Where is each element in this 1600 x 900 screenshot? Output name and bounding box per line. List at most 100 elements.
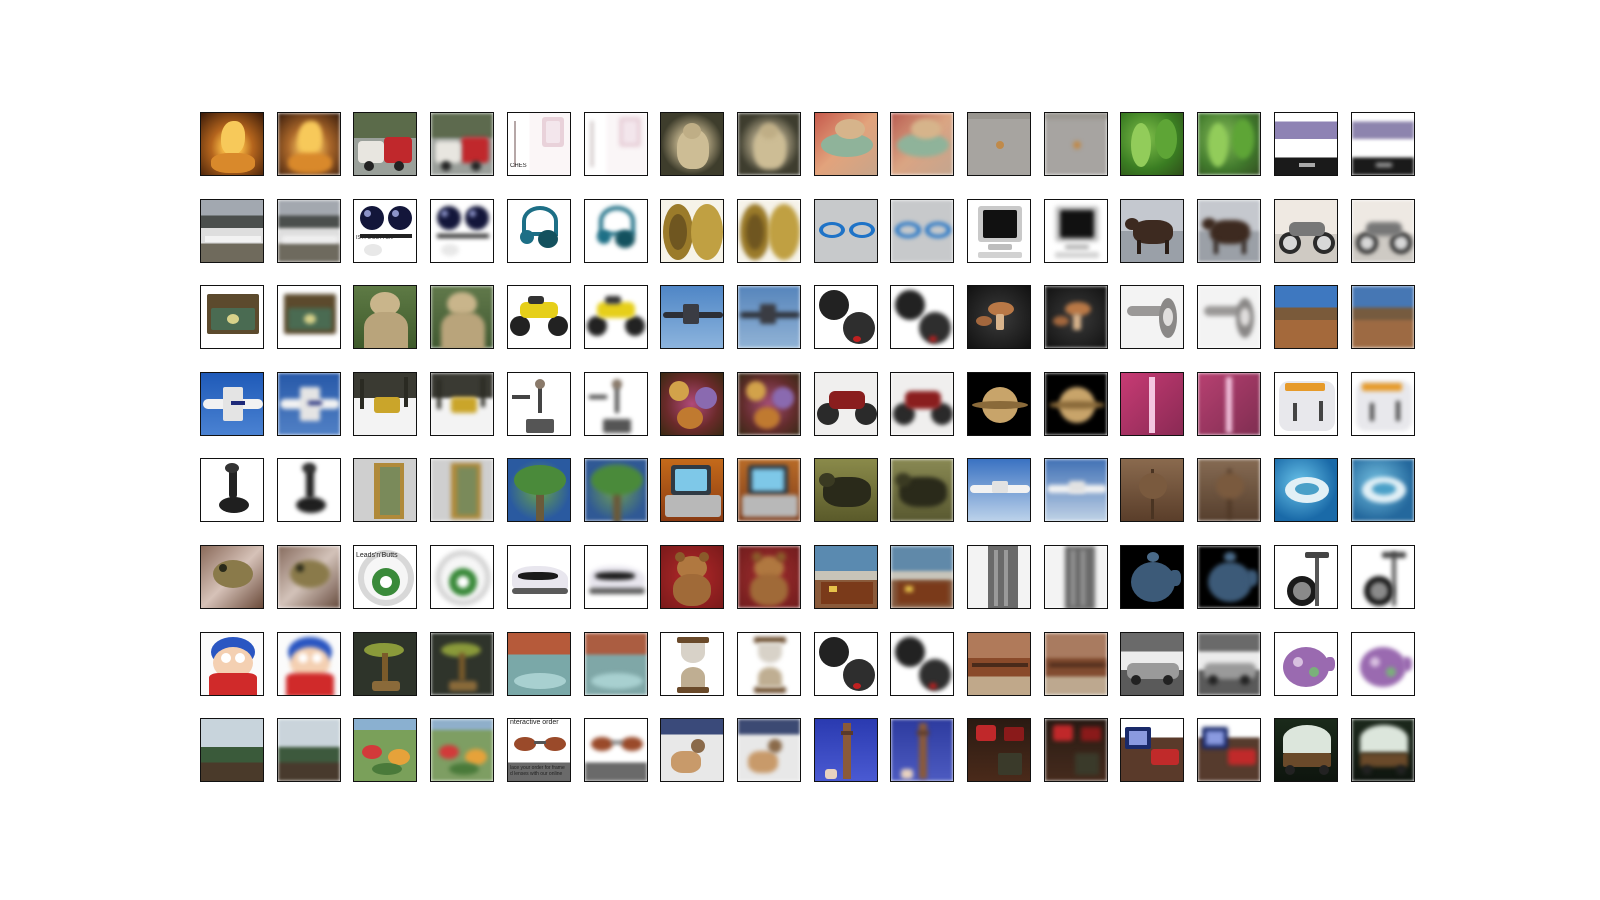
reconstructed-image-tile <box>1044 718 1108 782</box>
image-shape <box>372 763 402 775</box>
original-image-tile <box>1120 545 1184 609</box>
image-shape <box>1299 163 1315 167</box>
image-shape <box>1073 314 1081 330</box>
image-shape <box>675 552 685 562</box>
image-shape <box>819 290 849 320</box>
image-shape <box>1293 582 1311 600</box>
image-shape <box>441 210 448 217</box>
reconstructed-image-tile <box>890 632 954 696</box>
image-shape <box>603 210 631 232</box>
original-image-tile <box>967 199 1031 263</box>
image-shape <box>587 316 607 336</box>
original-image-tile <box>660 545 724 609</box>
image-shape <box>589 395 607 399</box>
image-shape <box>1155 119 1177 159</box>
original-image-tile <box>200 199 264 263</box>
image-shape <box>1394 236 1408 250</box>
image-shape <box>1360 647 1406 687</box>
image-shape <box>1075 753 1099 775</box>
reconstructed-image-tile <box>737 199 801 263</box>
reconstructed-image-tile <box>890 199 954 263</box>
image-shape <box>992 481 1008 493</box>
original-image-tile <box>507 199 571 263</box>
image-shape <box>1325 657 1335 671</box>
image-shape <box>615 230 635 248</box>
reconstructed-image-tile <box>1197 372 1261 436</box>
image-shape <box>1151 749 1179 765</box>
reconstructed-image-tile <box>1197 718 1261 782</box>
image-shape <box>1131 123 1151 167</box>
image-shape <box>1319 401 1323 421</box>
image-shape <box>591 121 593 167</box>
image-shape <box>459 653 465 681</box>
reconstructed-image-tile <box>890 372 954 436</box>
image-caption: IS IT'S BUTTON <box>356 235 393 241</box>
image-shape <box>1049 663 1105 667</box>
reconstructed-image-tile <box>1351 372 1415 436</box>
original-image-tile <box>200 545 264 609</box>
image-shape <box>1208 123 1228 167</box>
image-shape <box>760 123 778 139</box>
original-image-tile <box>814 199 878 263</box>
image-shape <box>929 683 937 689</box>
image-shape <box>677 407 703 429</box>
image-background <box>201 200 263 262</box>
image-shape <box>1386 667 1396 677</box>
image-shape <box>514 465 566 495</box>
reconstructed-image-tile <box>737 285 801 349</box>
reconstructed-image-tile <box>277 545 341 609</box>
image-background <box>201 719 263 781</box>
image-shape <box>1169 570 1181 586</box>
reconstructed-image-tile <box>737 112 801 176</box>
original-image-tile <box>200 632 264 696</box>
image-shape <box>929 336 937 342</box>
image-shape <box>829 391 865 409</box>
image-shape <box>1396 401 1400 421</box>
image-shape <box>358 141 384 163</box>
image-shape <box>1125 218 1139 230</box>
reconstructed-image-tile <box>584 112 648 176</box>
original-image-tile <box>660 285 724 349</box>
image-shape <box>1360 725 1408 753</box>
reconstructed-image-tile <box>1197 632 1261 696</box>
reconstructed-image-tile <box>1197 458 1261 522</box>
original-image-tile <box>353 458 417 522</box>
image-shape <box>219 497 249 513</box>
image-shape <box>853 225 871 235</box>
image-shape <box>998 753 1022 775</box>
image-shape <box>1240 675 1250 685</box>
image-shape <box>374 397 400 413</box>
image-shape <box>611 741 623 744</box>
image-shape <box>384 137 412 163</box>
image-shape <box>227 314 239 324</box>
image-shape <box>972 401 1028 409</box>
image-shape <box>360 206 384 230</box>
image-shape <box>695 387 717 409</box>
original-image-tile <box>353 718 417 782</box>
image-shape <box>282 236 338 242</box>
reconstructed-image-tile <box>1351 545 1415 609</box>
image-shape <box>360 379 364 409</box>
image-shape <box>591 465 643 495</box>
reconstructed-image-tile <box>584 372 648 436</box>
original-image-tile <box>200 112 264 176</box>
image-shape <box>1305 552 1329 558</box>
image-shape <box>225 463 239 473</box>
image-shape <box>1402 657 1412 671</box>
original-image-tile <box>200 458 264 522</box>
image-shape <box>671 751 701 773</box>
image-shape <box>768 739 782 753</box>
reconstructed-image-tile <box>1351 112 1415 176</box>
image-shape <box>1147 552 1159 562</box>
image-shape <box>994 550 998 606</box>
image-shape <box>819 473 835 487</box>
image-shape <box>976 725 996 741</box>
image-shape <box>364 244 382 256</box>
image-shape <box>312 653 322 663</box>
image-shape <box>597 302 635 318</box>
original-image-tile <box>660 372 724 436</box>
original-image-tile: IS IT'S BUTTON <box>353 199 417 263</box>
image-shape <box>595 572 635 580</box>
image-shape <box>754 407 780 429</box>
image-shape <box>290 560 330 588</box>
